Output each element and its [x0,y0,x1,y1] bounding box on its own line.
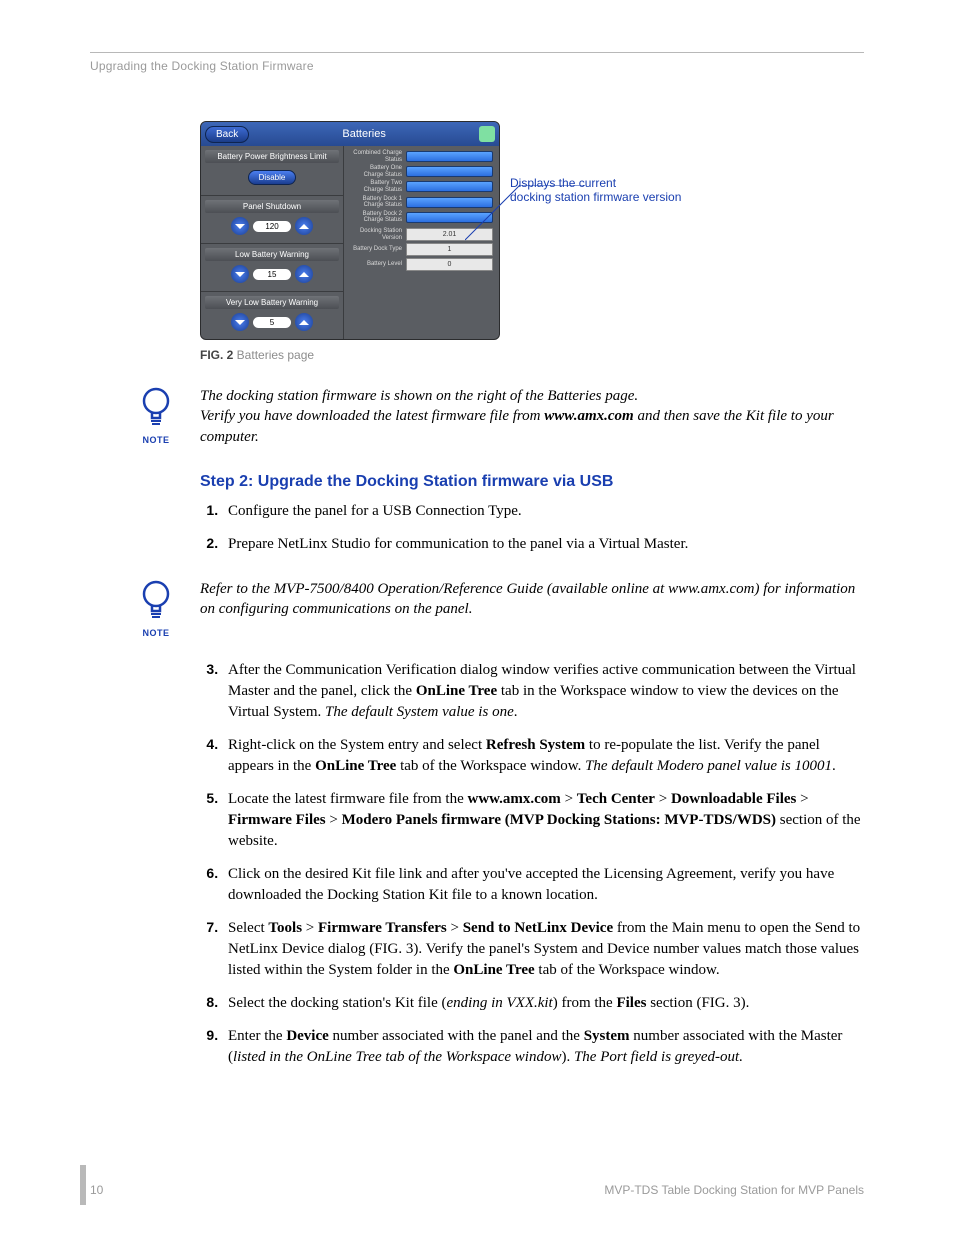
step-list: Configure the panel for a USB Connection… [200,501,864,555]
panel-shutdown-stepper[interactable]: 120 [205,217,339,235]
progress-bar [406,166,493,177]
figure-caption: FIG. 2 Batteries page [200,348,864,362]
step-heading: Step 2: Upgrade the Docking Station firm… [200,473,864,491]
step-list-cont: After the Communication Verification dia… [200,660,864,1068]
chevron-down-icon[interactable] [231,313,249,331]
section-header: Very Low Battery Warning [205,296,339,309]
page-number: 10 [90,1183,103,1197]
note-icon: NOTE [130,579,182,638]
section-header: Panel Shutdown [205,200,339,213]
figure-2: Back Batteries Battery Power Brightness … [200,121,864,362]
callout-text: Displays the currentdocking station firm… [510,176,790,204]
back-button[interactable]: Back [205,126,249,143]
note-text: The docking station firmware is shown on… [200,386,864,447]
low-battery-stepper[interactable]: 15 [205,265,339,283]
close-icon[interactable] [479,126,495,142]
progress-bar [406,151,493,162]
chevron-up-icon[interactable] [295,313,313,331]
section-header: Low Battery Warning [205,248,339,261]
docking-station-version: 2.01 [406,228,493,241]
footer-accent [80,1165,86,1205]
doc-title: MVP-TDS Table Docking Station for MVP Pa… [604,1183,864,1197]
chevron-down-icon[interactable] [231,217,249,235]
note-text: Refer to the MVP-7500/8400 Operation/Ref… [200,579,864,620]
panel-title: Batteries [342,128,385,140]
section-header: Battery Power Brightness Limit [205,150,339,163]
progress-bar [406,212,493,223]
page-header: Upgrading the Docking Station Firmware [90,59,864,73]
page-footer: 10 MVP-TDS Table Docking Station for MVP… [90,1183,864,1197]
disable-button[interactable]: Disable [248,170,297,185]
chevron-down-icon[interactable] [231,265,249,283]
note-icon: NOTE [130,386,182,445]
very-low-battery-stepper[interactable]: 5 [205,313,339,331]
progress-bar [406,181,493,192]
chevron-up-icon[interactable] [295,217,313,235]
progress-bar [406,197,493,208]
batteries-panel: Back Batteries Battery Power Brightness … [200,121,500,340]
chevron-up-icon[interactable] [295,265,313,283]
